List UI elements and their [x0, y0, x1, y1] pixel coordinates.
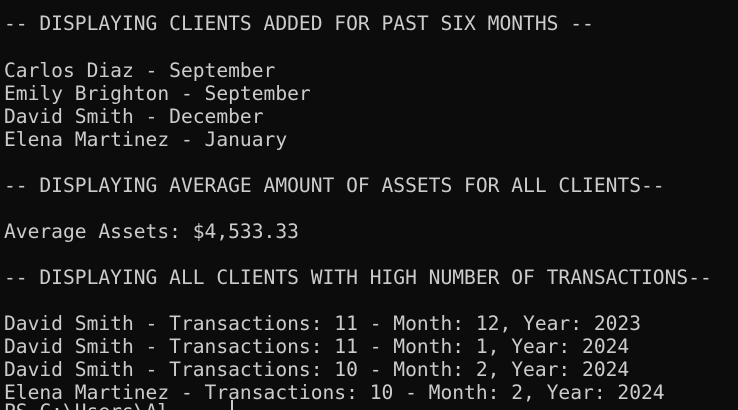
- client-line: Elena Martinez - January: [4, 128, 288, 151]
- transaction-line: David Smith - Transactions: 10 - Month: …: [4, 358, 630, 381]
- section-header-high-transactions: -- DISPLAYING ALL CLIENTS WITH HIGH NUMB…: [4, 266, 712, 289]
- transaction-line: David Smith - Transactions: 11 - Month: …: [4, 312, 642, 335]
- client-line: Carlos Diaz - September: [4, 59, 276, 82]
- transaction-line: David Smith - Transactions: 11 - Month: …: [4, 335, 630, 358]
- section-header-average-assets: -- DISPLAYING AVERAGE AMOUNT OF ASSETS F…: [4, 174, 665, 197]
- command-prompt[interactable]: PS C:\Users\Al: [4, 400, 169, 410]
- text-cursor: [231, 400, 233, 410]
- client-line: David Smith - December: [4, 105, 264, 128]
- terminal-window[interactable]: -- DISPLAYING CLIENTS ADDED FOR PAST SIX…: [0, 0, 738, 410]
- section-header-recent-clients: -- DISPLAYING CLIENTS ADDED FOR PAST SIX…: [4, 12, 594, 35]
- average-assets-line: Average Assets: $4,533.33: [4, 220, 299, 243]
- client-line: Emily Brighton - September: [4, 82, 311, 105]
